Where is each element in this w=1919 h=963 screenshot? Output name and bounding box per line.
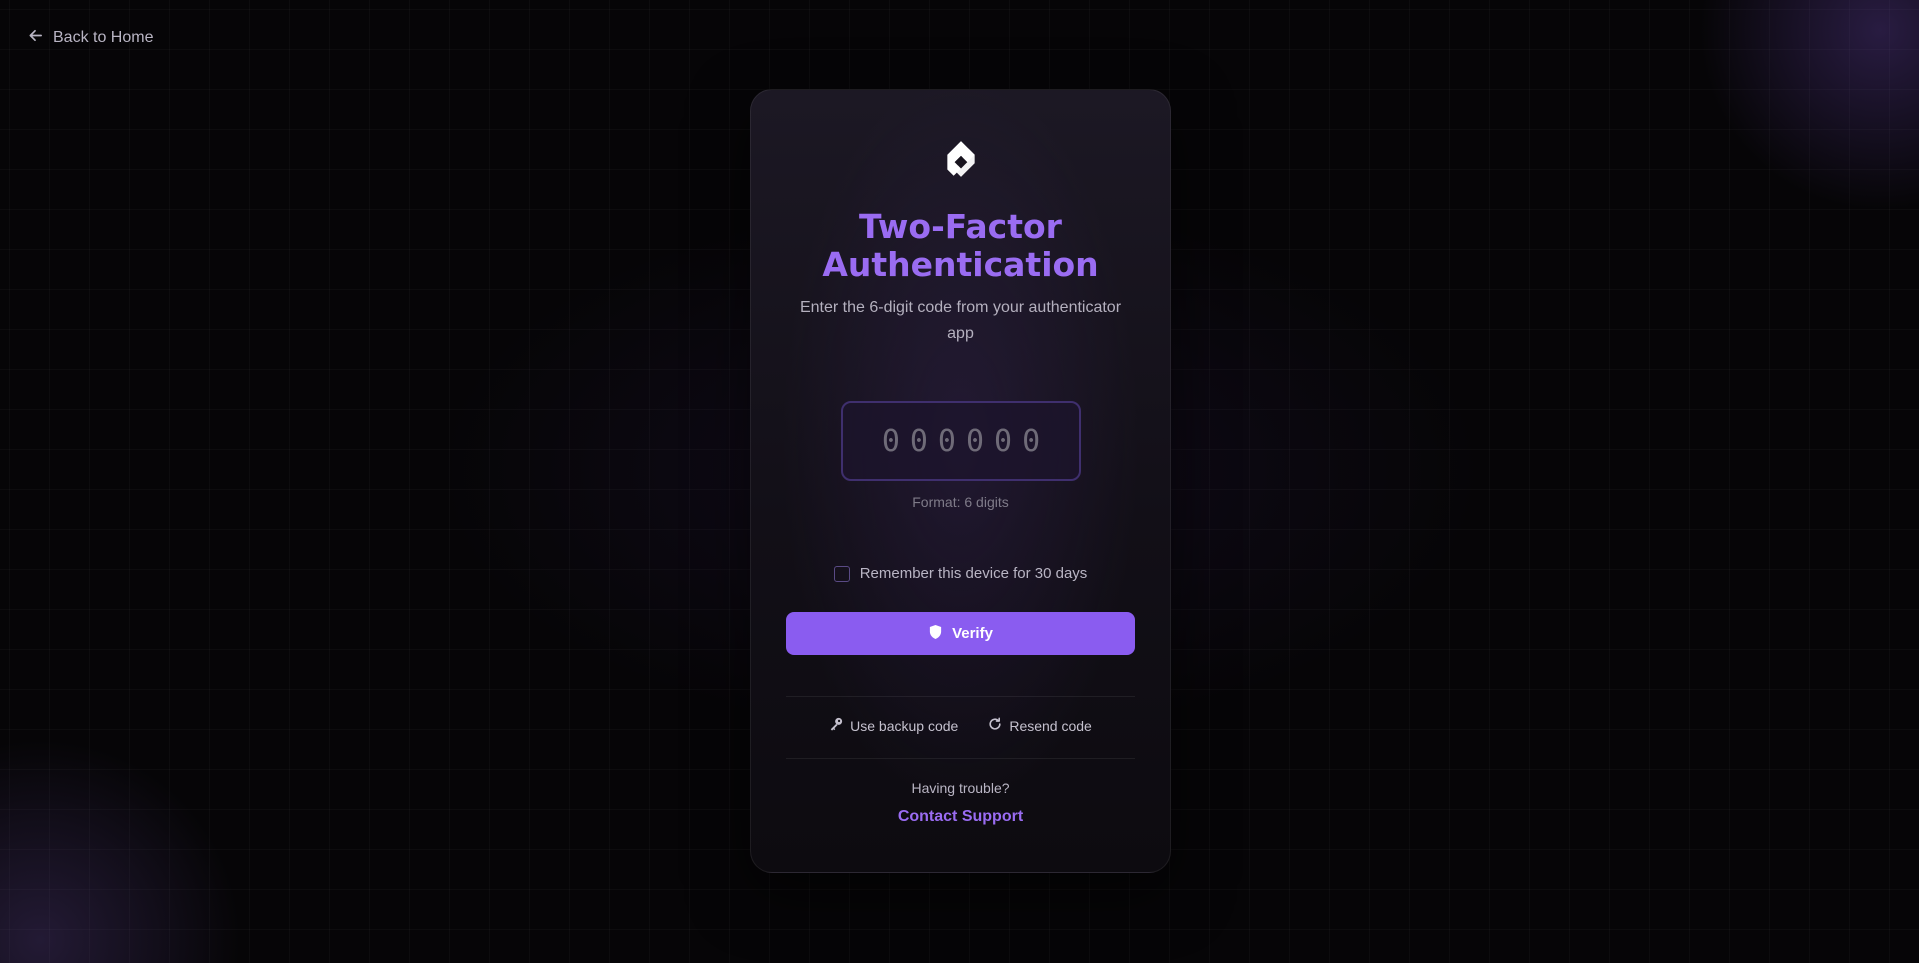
page-subtitle: Enter the 6-digit code from your authent… (799, 299, 1122, 342)
remember-device-checkbox[interactable] (833, 565, 850, 582)
shield-icon (928, 624, 943, 644)
alternative-actions: Use backup code Resend code (751, 717, 1170, 734)
use-backup-code-label: Use backup code (850, 717, 959, 734)
divider (786, 696, 1135, 697)
having-trouble-text: Having trouble? (911, 780, 1010, 796)
verify-button-label: Verify (952, 625, 993, 642)
use-backup-code-link[interactable]: Use backup code (829, 717, 958, 734)
two-factor-card: Two-Factor Authentication Enter the 6-di… (750, 89, 1171, 873)
verification-code-input[interactable] (841, 401, 1081, 481)
divider (786, 758, 1135, 759)
resend-code-label: Resend code (1009, 717, 1092, 734)
back-to-home-link[interactable]: Back to Home (28, 28, 153, 48)
arrow-left-icon (28, 28, 43, 48)
back-to-home-label: Back to Home (53, 29, 154, 46)
key-icon (829, 717, 843, 734)
resend-code-link[interactable]: Resend code (988, 717, 1092, 734)
contact-support-link[interactable]: Contact Support (751, 808, 1170, 826)
remember-device-label: Remember this device for 30 days (859, 565, 1088, 582)
page-title: Two-Factor Authentication (822, 207, 1099, 284)
format-hint: Format: 6 digits (912, 494, 1009, 510)
remember-device-option[interactable]: Remember this device for 30 days (751, 565, 1170, 582)
brand-logo-icon (940, 138, 982, 180)
verify-button[interactable]: Verify (786, 612, 1135, 655)
refresh-icon (988, 717, 1002, 734)
